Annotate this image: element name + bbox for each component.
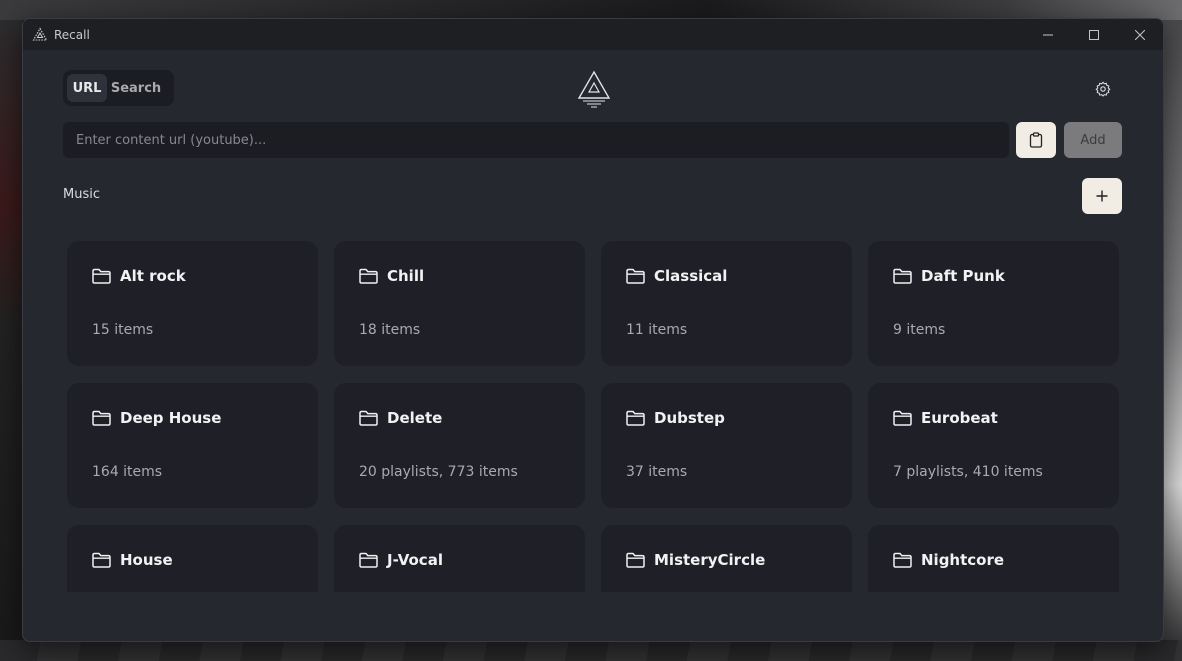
folder-grid: Alt rock 15 items Chill 18 items Classic… (67, 241, 1119, 592)
folder-card[interactable]: Dubstep 37 items (601, 383, 852, 508)
folder-header: Alt rock (92, 267, 186, 285)
folder-header: Deep House (92, 409, 221, 427)
folder-name: Classical (654, 267, 728, 285)
folder-item-count: 7 playlists, 410 items (893, 464, 1043, 480)
folder-name: Chill (387, 267, 425, 285)
folder-name: Nightcore (921, 551, 1005, 569)
folder-name: House (120, 551, 173, 569)
folder-header: Nightcore (893, 551, 1004, 569)
maximize-button[interactable] (1071, 19, 1117, 50)
folder-card[interactable]: J-Vocal (334, 525, 585, 592)
folder-icon (92, 268, 111, 284)
folder-card[interactable]: Alt rock 15 items (67, 241, 318, 366)
folder-card[interactable]: House (67, 525, 318, 592)
folder-header: Eurobeat (893, 409, 998, 427)
folder-header: Chill (359, 267, 424, 285)
tab-search[interactable]: Search (107, 74, 165, 102)
title-bar[interactable]: Recall (23, 19, 1163, 50)
folder-header: MisteryCircle (626, 551, 765, 569)
folder-card[interactable]: Classical 11 items (601, 241, 852, 366)
folder-name: Deep House (120, 409, 222, 427)
folder-card[interactable]: Chill 18 items (334, 241, 585, 366)
folder-icon (893, 552, 912, 568)
folder-name: Eurobeat (921, 409, 998, 427)
window-title: Recall (54, 27, 90, 42)
folder-icon (92, 552, 111, 568)
folder-name: Alt rock (120, 267, 186, 285)
folder-header: Delete (359, 409, 442, 427)
maximize-icon (1089, 29, 1099, 40)
folder-card[interactable]: Nightcore (868, 525, 1119, 592)
folder-card[interactable]: Deep House 164 items (67, 383, 318, 508)
folder-card[interactable]: Delete 20 playlists, 773 items (334, 383, 585, 508)
folder-item-count: 15 items (92, 322, 154, 338)
clipboard-icon (1029, 132, 1043, 148)
folder-name: J-Vocal (387, 551, 443, 569)
folder-header: Daft Punk (893, 267, 1005, 285)
folder-name: Delete (387, 409, 443, 427)
paste-button[interactable] (1016, 122, 1056, 158)
folder-item-count: 20 playlists, 773 items (359, 464, 518, 480)
folder-header: J-Vocal (359, 551, 443, 569)
folder-icon (92, 410, 111, 426)
folder-name: Daft Punk (921, 267, 1005, 285)
new-folder-button[interactable] (1082, 178, 1122, 214)
recall-logo-icon (577, 70, 611, 108)
minimize-icon (1043, 34, 1053, 35)
add-button[interactable]: Add (1064, 122, 1122, 158)
folder-icon (359, 552, 378, 568)
section-title: Music (63, 187, 100, 202)
folder-item-count: 37 items (626, 464, 688, 480)
mode-toggle: URL Search (63, 70, 174, 106)
url-input[interactable] (63, 122, 1009, 158)
folder-card[interactable]: Daft Punk 9 items (868, 241, 1119, 366)
folder-item-count: 9 items (893, 322, 946, 338)
app-window: Recall URL Search Enter content url (you… (22, 18, 1164, 642)
desktop-background-right (1162, 20, 1182, 640)
folder-icon (359, 268, 378, 284)
desktop-background-left (0, 20, 22, 640)
folder-name: Dubstep (654, 409, 725, 427)
desktop-background (0, 0, 1182, 20)
tab-url[interactable]: URL (67, 74, 107, 102)
folder-icon (626, 268, 645, 284)
close-button[interactable] (1117, 19, 1163, 50)
folder-header: Dubstep (626, 409, 725, 427)
folder-icon (893, 410, 912, 426)
minimize-button[interactable] (1025, 19, 1071, 50)
folder-icon (893, 268, 912, 284)
plus-icon (1096, 190, 1108, 202)
folder-header: House (92, 551, 173, 569)
main-content: URL Search Add Mus (23, 50, 1163, 641)
folder-icon (626, 410, 645, 426)
window-controls (1025, 19, 1163, 50)
desktop-background-bottom (0, 640, 1182, 661)
folder-icon (626, 552, 645, 568)
folder-item-count: 164 items (92, 464, 163, 480)
gear-icon (1095, 81, 1111, 97)
folder-item-count: 18 items (359, 322, 421, 338)
close-icon (1135, 29, 1145, 40)
folder-name: MisteryCircle (654, 551, 766, 569)
app-logo-icon (32, 26, 48, 43)
folder-header: Classical (626, 267, 727, 285)
folder-icon (359, 410, 378, 426)
folder-item-count: 11 items (626, 322, 688, 338)
folder-card[interactable]: Eurobeat 7 playlists, 410 items (868, 383, 1119, 508)
settings-button[interactable] (1093, 79, 1113, 99)
folder-card[interactable]: MisteryCircle (601, 525, 852, 592)
